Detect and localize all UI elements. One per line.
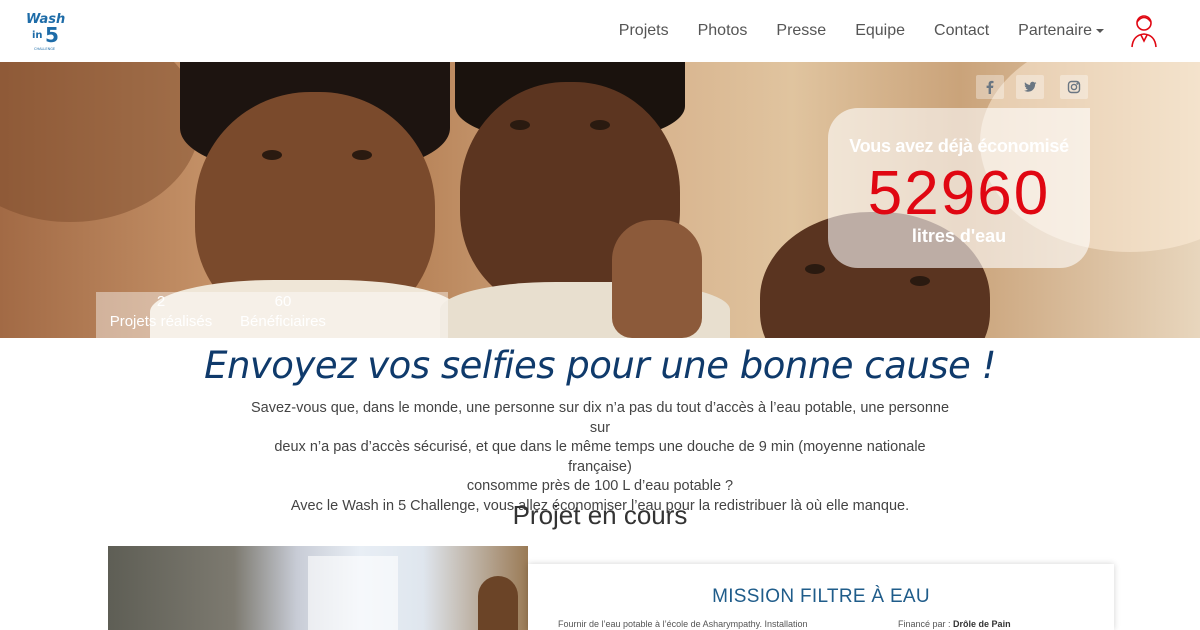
hero-banner: Vous avez déjà économisé 52960 litres d'…: [0, 62, 1200, 338]
navbar: Wash in 5 CHALLENGE Projets Photos Press…: [0, 0, 1200, 62]
nav-partenaire-label: Partenaire: [1018, 22, 1092, 39]
stat-beneficiaries-value: 60: [274, 293, 292, 310]
facebook-button[interactable]: [976, 75, 1004, 99]
stats-bar: 2 Projets réalisés 60 Bénéficiaires: [96, 292, 448, 338]
intro-line: consomme près de 100 L d’eau potable ?: [466, 478, 734, 494]
stat-projects-label: Projets réalisés: [109, 313, 213, 330]
nav-photos[interactable]: Photos: [698, 22, 748, 40]
funded-label: Financé par :: [898, 619, 951, 629]
project-description: Fournir de l’eau potable à l’école de As…: [558, 619, 808, 629]
intro-line: Savez-vous que, dans le monde, une perso…: [250, 400, 950, 436]
counter-caption: Vous avez déjà économisé: [849, 136, 1069, 156]
project-card[interactable]: MISSION FILTRE À EAU Fournir de l’eau po…: [528, 564, 1114, 630]
intro-line: deux n’a pas d’accès sécurisé, et que da…: [274, 439, 926, 475]
project-title: MISSION FILTRE À EAU: [712, 586, 930, 607]
counter-value: 52960: [867, 159, 1051, 228]
svg-text:CHALLENGE: CHALLENGE: [34, 47, 55, 51]
intro-text: Savez-vous que, dans le monde, une perso…: [250, 399, 950, 516]
svg-text:in: in: [32, 30, 43, 41]
wash-in-5-logo[interactable]: Wash in 5 CHALLENGE: [24, 8, 68, 54]
user-account-icon[interactable]: [1128, 11, 1160, 49]
nav-presse[interactable]: Presse: [776, 22, 826, 40]
project-funded-by: Financé par : Drôle de Pain: [898, 619, 1011, 629]
instagram-icon: [1067, 80, 1081, 94]
twitter-button[interactable]: [1016, 75, 1044, 99]
nav-partenaire-dropdown[interactable]: Partenaire: [1018, 22, 1104, 40]
stat-projects: 2 Projets réalisés: [96, 292, 226, 332]
page-headline: Envoyez vos selfies pour une bonne cause…: [204, 344, 996, 387]
caret-down-icon: [1096, 28, 1104, 33]
section-title: Projet en cours: [512, 500, 688, 530]
facebook-icon: [986, 80, 994, 94]
stat-beneficiaries-label: Bénéficiaires: [240, 313, 326, 330]
funder-name[interactable]: Drôle de Pain: [953, 619, 1011, 629]
twitter-icon: [1024, 81, 1037, 92]
nav-contact[interactable]: Contact: [934, 22, 989, 40]
svg-text:5: 5: [45, 23, 59, 47]
stat-beneficiaries: 60 Bénéficiaires: [218, 292, 348, 332]
counter-unit: litres d'eau: [911, 226, 1007, 246]
stat-projects-value: 2: [156, 293, 166, 310]
instagram-button[interactable]: [1060, 75, 1088, 99]
water-saved-counter: Vous avez déjà économisé 52960 litres d'…: [828, 108, 1090, 268]
main-nav: Projets Photos Presse Equipe Contact Par…: [590, 0, 1104, 62]
nav-equipe[interactable]: Equipe: [855, 22, 905, 40]
nav-projets[interactable]: Projets: [619, 22, 669, 40]
project-photo[interactable]: [108, 546, 528, 630]
